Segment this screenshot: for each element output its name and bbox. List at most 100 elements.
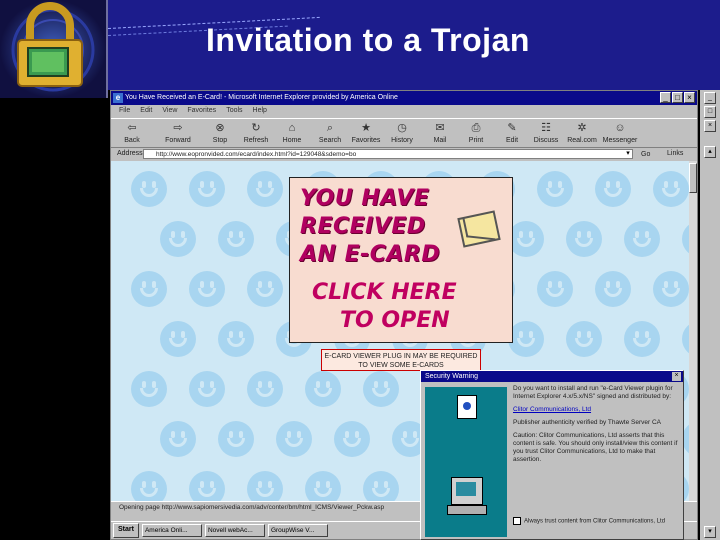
smiley-icon xyxy=(247,371,283,407)
menu-file[interactable]: File xyxy=(119,105,130,117)
favorites-button[interactable]: ★ Favorites xyxy=(351,121,381,147)
forward-button[interactable]: ⇨ Forward xyxy=(163,121,193,147)
smiley-icon xyxy=(653,271,689,307)
edit-icon: ✎ xyxy=(507,122,517,134)
stop-button[interactable]: ⊗ Stop xyxy=(205,121,235,147)
smiley-icon xyxy=(334,421,370,457)
keyboard-icon xyxy=(447,505,487,515)
menu-edit[interactable]: Edit xyxy=(140,105,152,117)
smiley-icon xyxy=(595,271,631,307)
real-icon: ✲ xyxy=(577,122,587,134)
dialog-title: Security Warning xyxy=(421,371,683,382)
refresh-label: Refresh xyxy=(243,137,269,144)
back-label: Back xyxy=(124,137,140,144)
computer-icon xyxy=(451,477,483,505)
realcom-button[interactable]: ✲ Real.com xyxy=(567,121,597,147)
minimize-button[interactable]: _ xyxy=(704,92,716,104)
ecard-line-1: YOU HAVE xyxy=(300,186,430,211)
refresh-button[interactable]: ↻ Refresh xyxy=(241,121,271,147)
checkbox-label: Always trust content from Clitor Communi… xyxy=(524,518,666,525)
messenger-label: Messenger xyxy=(602,137,638,144)
smiley-icon xyxy=(508,221,544,257)
taskbar-item[interactable]: America Onli... xyxy=(141,524,202,537)
browser-toolbar: ⇦ Back ⇨ Forward ⊗ Stop ↻ Refresh ⌂ Home ⌕ Sea… xyxy=(111,118,697,148)
smiley-icon xyxy=(247,171,283,207)
smiley-icon xyxy=(131,171,167,207)
search-icon: ⌕ xyxy=(326,122,334,134)
dialog-close-icon[interactable]: × xyxy=(672,372,681,381)
smiley-icon xyxy=(566,221,602,257)
smiley-icon xyxy=(131,471,167,501)
to-open-link[interactable]: TO OPEN xyxy=(340,308,450,333)
ie-icon: e xyxy=(113,93,123,103)
scroll-thumb[interactable] xyxy=(689,163,697,193)
maximize-button[interactable]: □ xyxy=(704,106,716,118)
ecard-banner[interactable]: YOU HAVE RECEIVED AN E-CARD CLICK HERE T… xyxy=(289,177,513,343)
taskbar-item[interactable]: GroupWise V... xyxy=(267,524,328,537)
smiley-icon xyxy=(595,171,631,207)
discuss-button[interactable]: ☷ Discuss xyxy=(531,121,561,147)
dialog-question: Do you want to install and run "e-Card V… xyxy=(513,385,673,400)
click-here-link[interactable]: CLICK HERE xyxy=(312,280,457,305)
smiley-icon xyxy=(537,171,573,207)
minimize-button[interactable]: _ xyxy=(660,92,671,103)
smiley-icon xyxy=(189,371,225,407)
back-button[interactable]: ⇦ Back xyxy=(117,121,147,147)
home-button[interactable]: ⌂ Home xyxy=(277,121,307,147)
close-button[interactable]: × xyxy=(684,92,695,103)
history-button[interactable]: ◷ History xyxy=(387,121,417,147)
back-arrow-icon: ⇦ xyxy=(127,122,137,134)
menu-tools[interactable]: Tools xyxy=(226,105,242,117)
smiley-icon xyxy=(537,271,573,307)
always-trust-checkbox[interactable]: Always trust content from Clitor Communi… xyxy=(513,517,679,525)
publisher-link[interactable]: Clitor Communications, Ltd xyxy=(513,406,679,414)
go-button[interactable]: Go xyxy=(641,149,650,161)
ecard-line-2: RECEIVED xyxy=(300,214,426,239)
search-button[interactable]: ⌕ Search xyxy=(315,121,345,147)
plugin-notice: E-CARD VIEWER PLUG IN MAY BE REQUIRED TO… xyxy=(321,349,481,371)
dialog-illustration xyxy=(425,387,507,537)
outer-window-edge: _ □ × ▴ ▾ xyxy=(700,90,720,540)
home-label: Home xyxy=(282,137,302,144)
mail-icon: ✉ xyxy=(435,122,445,134)
smiley-icon xyxy=(189,171,225,207)
favorites-label: Favorites xyxy=(351,137,381,144)
address-input[interactable]: http://www.eopronvided.com/ecard/index.h… xyxy=(143,149,633,159)
smiley-icon xyxy=(247,471,283,501)
menu-view[interactable]: View xyxy=(162,105,177,117)
page-scrollbar[interactable] xyxy=(689,161,697,501)
menu-help[interactable]: Help xyxy=(253,105,267,117)
mail-button[interactable]: ✉ Mail xyxy=(425,121,455,147)
scroll-up-arrow-icon[interactable]: ▴ xyxy=(704,146,716,158)
edit-button[interactable]: ✎ Edit xyxy=(497,121,527,147)
history-label: History xyxy=(391,137,413,144)
scroll-down-arrow-icon[interactable]: ▾ xyxy=(704,526,716,538)
links-button[interactable]: Links xyxy=(667,148,683,160)
close-button[interactable]: × xyxy=(704,120,716,132)
checkbox-box[interactable] xyxy=(513,517,521,525)
print-button[interactable]: ⎙ Print xyxy=(461,121,491,147)
smiley-icon xyxy=(508,321,544,357)
history-icon: ◷ xyxy=(397,122,407,134)
realcom-label: Real.com xyxy=(567,137,597,144)
menu-favorites[interactable]: Favorites xyxy=(187,105,216,117)
window-titlebar: e You Have Received an E-Card! - Microso… xyxy=(111,91,697,105)
taskbar-item[interactable]: Novell webAc... xyxy=(204,524,265,537)
smiley-icon xyxy=(218,321,254,357)
forward-arrow-icon: ⇨ xyxy=(173,122,183,134)
maximize-button[interactable]: □ xyxy=(672,92,683,103)
menu-bar: File Edit View Favorites Tools Help xyxy=(111,105,697,117)
start-button[interactable]: Start xyxy=(113,523,139,538)
smiley-icon xyxy=(624,221,660,257)
refresh-icon: ↻ xyxy=(251,122,261,134)
smiley-icon xyxy=(218,221,254,257)
smiley-icon xyxy=(189,271,225,307)
forward-label: Forward xyxy=(165,137,191,144)
slide-header: Invitation to a Trojan xyxy=(0,0,720,90)
smiley-icon xyxy=(305,371,341,407)
envelope-icon xyxy=(457,210,501,248)
messenger-button[interactable]: ☺ Messenger xyxy=(601,121,639,147)
slide-title: Invitation to a Trojan xyxy=(206,22,530,58)
certificate-icon xyxy=(457,395,477,419)
chevron-down-icon[interactable]: ▾ xyxy=(623,149,633,159)
